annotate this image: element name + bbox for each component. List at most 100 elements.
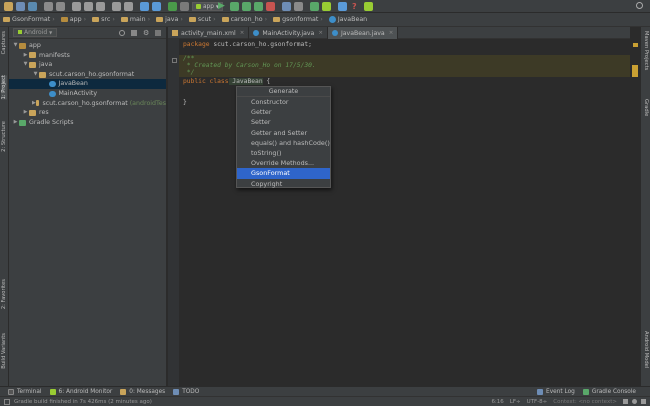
breadcrumb-item-java[interactable]: java › [153, 16, 183, 23]
close-icon[interactable]: × [240, 30, 245, 36]
hide-panel-icon[interactable] [155, 30, 161, 36]
warning-marker[interactable] [633, 43, 638, 47]
caret-position[interactable]: 6:16 [491, 399, 503, 405]
favorites-tab[interactable]: 2: Favorites [1, 279, 7, 309]
breadcrumb-item-project[interactable]: GsonFormat › [0, 16, 55, 23]
expand-arrow-icon[interactable]: ▼ [32, 70, 39, 80]
error-stripe[interactable] [630, 39, 640, 386]
avd-manager-icon[interactable] [282, 2, 291, 11]
tab-mainactivity-java[interactable]: MainActivity.java × [249, 27, 328, 39]
stop-icon[interactable] [266, 2, 275, 11]
close-icon[interactable]: × [389, 30, 394, 36]
generate-menu-item[interactable]: Override Methods... [237, 158, 330, 168]
layout-icon[interactable] [4, 398, 10, 405]
help-icon[interactable]: ? [352, 2, 361, 11]
context-indicator[interactable]: Context: <no context> [553, 399, 617, 405]
android-monitor-tab[interactable]: 6: Android Monitor [49, 388, 112, 395]
cut-icon[interactable] [72, 2, 81, 11]
coverage-icon[interactable] [254, 2, 263, 11]
search-everywhere-icon[interactable] [636, 2, 643, 9]
build-variants-tab[interactable]: Build Variants [1, 333, 7, 369]
back-icon[interactable] [140, 2, 149, 11]
close-icon[interactable]: × [318, 30, 323, 36]
sdk-manager-icon[interactable] [294, 2, 303, 11]
event-log-tab[interactable]: Event Log [537, 388, 575, 395]
event-icon[interactable] [641, 399, 646, 404]
inspector-icon[interactable] [632, 399, 637, 404]
breadcrumb-item-gsonformat[interactable]: gsonformat › [270, 16, 323, 23]
tab-javabean-java[interactable]: JavaBean.java × [327, 27, 399, 39]
gradle-console-tab[interactable]: Gradle Console [582, 388, 636, 395]
breadcrumb-item-main[interactable]: main › [118, 16, 150, 23]
generate-menu-item[interactable]: Constructor [237, 97, 330, 107]
forward-icon[interactable] [152, 2, 161, 11]
sync-scroll-icon[interactable] [119, 30, 125, 36]
debug-icon[interactable] [230, 2, 239, 11]
generate-menu-item[interactable]: Getter [237, 107, 330, 117]
breadcrumb-item-scut[interactable]: scut › [186, 16, 216, 23]
file-encoding[interactable]: UTF-8÷ [527, 399, 548, 405]
generate-menu-item[interactable]: Setter [237, 117, 330, 127]
status-message[interactable]: Gradle build finished in 7s 426ms (2 min… [14, 399, 152, 405]
tree-item[interactable]: ▶ manifests [9, 51, 166, 61]
generate-menu-item[interactable]: GsonFormat [237, 168, 330, 179]
tree-item[interactable]: JavaBean [9, 79, 166, 89]
todo-tab[interactable]: TODO [173, 388, 199, 395]
copy-icon[interactable] [84, 2, 93, 11]
expand-arrow-icon[interactable]: ▼ [22, 60, 29, 70]
lock-icon[interactable] [623, 399, 628, 404]
open-folder-icon[interactable] [4, 2, 13, 11]
paste-icon[interactable] [96, 2, 105, 11]
warning-marker[interactable] [632, 65, 638, 77]
generate-menu-item[interactable]: Copyright [237, 179, 330, 189]
tree-item[interactable]: ▶ scut.carson_ho.gsonformat (androidTes [9, 99, 166, 109]
make-project-icon[interactable] [168, 2, 177, 11]
collapse-arrow-icon[interactable]: ▶ [22, 108, 29, 118]
breadcrumb-item-carson-ho[interactable]: carson_ho › [219, 16, 267, 23]
breadcrumb-item-src[interactable]: src › [89, 16, 115, 23]
attach-debugger-icon[interactable] [242, 2, 251, 11]
tree-item[interactable]: ▶ res [9, 108, 166, 118]
download-icon[interactable] [338, 2, 347, 11]
structure-tab[interactable]: 2: Structure [1, 121, 7, 152]
tree-item[interactable]: ▼ scut.carson_ho.gsonformat [9, 70, 166, 80]
tree-item-label: Gradle Scripts [29, 118, 74, 126]
breadcrumb-item-module[interactable]: app › [58, 16, 86, 23]
android-device-monitor-icon[interactable] [322, 2, 331, 11]
redo-icon[interactable] [56, 2, 65, 11]
generate-menu-item[interactable]: equals() and hashCode() [237, 138, 330, 148]
gear-icon[interactable]: ⚙ [143, 29, 149, 37]
undo-icon[interactable] [44, 2, 53, 11]
expand-arrow-icon[interactable]: ▼ [12, 41, 19, 51]
breadcrumb-item-javabean[interactable]: JavaBean [326, 16, 367, 23]
captures-tab[interactable]: Captures [1, 31, 7, 54]
project-view-selector[interactable]: Android ▼ [13, 28, 58, 37]
tree-item[interactable]: ▼ java [9, 60, 166, 70]
generate-menu-item[interactable]: Getter and Setter [237, 128, 330, 138]
tree-item[interactable]: MainActivity [9, 89, 166, 99]
run-icon[interactable]: ▶ [218, 2, 227, 11]
tree-item[interactable]: ▶ Gradle Scripts [9, 118, 166, 128]
hammer-icon[interactable] [180, 2, 189, 11]
android-studio-icon[interactable] [364, 2, 373, 11]
terminal-tab[interactable]: Terminal [8, 388, 42, 395]
gradle-tab[interactable]: Gradle [643, 99, 649, 116]
android-model-tab[interactable]: Android Model [643, 331, 649, 368]
fold-marker-icon[interactable] [172, 58, 177, 63]
replace-icon[interactable] [124, 2, 133, 11]
generate-menu-item[interactable]: toString() [237, 148, 330, 158]
gradle-sync-icon[interactable] [310, 2, 319, 11]
line-separator[interactable]: LF÷ [510, 399, 521, 405]
sync-icon[interactable] [28, 2, 37, 11]
messages-tab[interactable]: 0: Messages [120, 388, 165, 395]
find-icon[interactable] [112, 2, 121, 11]
terminal-icon [8, 388, 14, 395]
collapse-arrow-icon[interactable]: ▶ [22, 51, 29, 61]
collapse-arrow-icon[interactable]: ▶ [12, 118, 19, 128]
save-icon[interactable] [16, 2, 25, 11]
project-tab[interactable]: 1: Project [1, 75, 7, 100]
tab-activity-main-xml[interactable]: activity_main.xml × [168, 27, 250, 39]
tree-item[interactable]: ▼ app [9, 41, 166, 51]
collapse-all-icon[interactable] [131, 30, 137, 36]
maven-projects-tab[interactable]: Maven Projects [643, 31, 649, 70]
